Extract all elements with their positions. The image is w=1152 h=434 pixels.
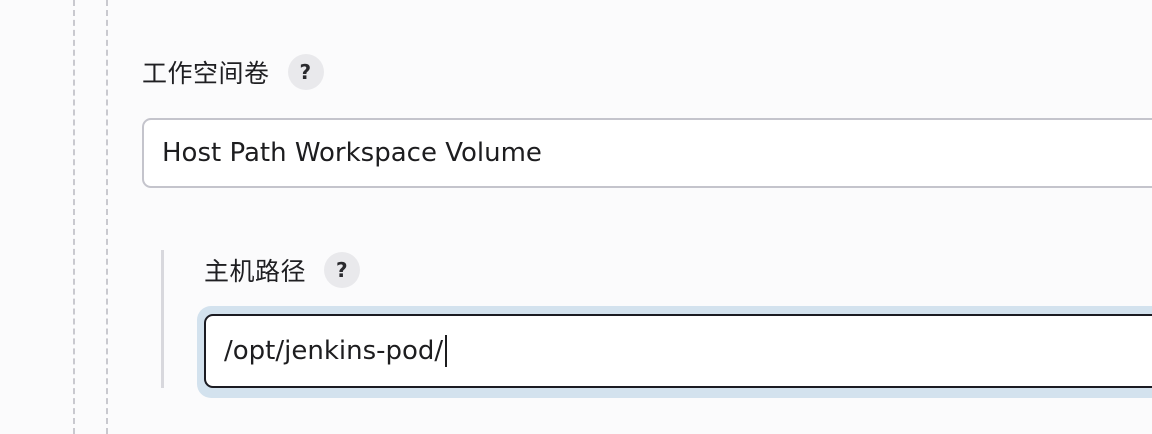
workspace-volume-selected-value: Host Path Workspace Volume [162, 138, 542, 168]
host-path-label-row: 主机路径 ? [204, 252, 361, 288]
host-path-label: 主机路径 [204, 257, 307, 286]
workspace-volume-label-row: 工作空间卷 ? [142, 54, 324, 90]
help-question-icon[interactable]: ? [287, 54, 324, 90]
indent-guide-outer [73, 0, 75, 434]
form-canvas: 工作空间卷 ? Host Path Workspace Volume 主机路径 … [0, 0, 1152, 434]
text-caret [445, 335, 448, 367]
workspace-volume-label: 工作空间卷 [142, 59, 270, 88]
workspace-volume-select[interactable]: Host Path Workspace Volume [142, 118, 1152, 188]
nested-section-bar [161, 250, 164, 388]
indent-guide-inner [106, 0, 108, 434]
host-path-input[interactable]: /opt/jenkins-pod/ [204, 314, 1152, 388]
host-path-value: /opt/jenkins-pod/ [224, 336, 444, 366]
help-question-icon[interactable]: ? [324, 252, 361, 288]
